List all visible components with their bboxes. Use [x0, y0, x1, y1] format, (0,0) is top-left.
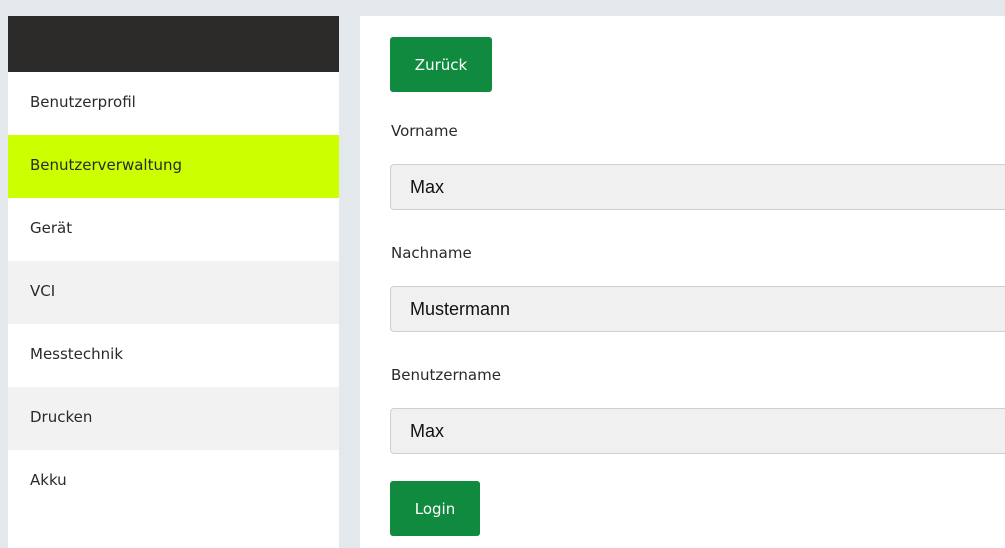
- back-button[interactable]: Zurück: [390, 37, 492, 92]
- sidebar-item-benutzerprofil[interactable]: Benutzerprofil: [8, 72, 339, 135]
- main-panel: Zurück Vorname Nachname Benutzername Log…: [360, 16, 1005, 548]
- sidebar-item-vci[interactable]: VCI: [8, 261, 339, 324]
- sidebar-item-akku[interactable]: Akku: [8, 450, 339, 513]
- sidebar-item-label: VCI: [30, 282, 56, 300]
- sidebar-menu: Benutzerprofil Benutzerverwaltung Gerät …: [8, 72, 339, 513]
- sidebar-item-label: Benutzerverwaltung: [30, 156, 182, 174]
- benutzername-input[interactable]: [390, 408, 1005, 454]
- login-button[interactable]: Login: [390, 481, 480, 536]
- sidebar-item-label: Benutzerprofil: [30, 93, 136, 111]
- vorname-label: Vorname: [391, 122, 458, 140]
- vorname-input[interactable]: [390, 164, 1005, 210]
- sidebar-item-label: Akku: [30, 471, 67, 489]
- sidebar-item-label: Messtechnik: [30, 345, 124, 363]
- sidebar-header: [8, 16, 339, 72]
- sidebar-item-drucken[interactable]: Drucken: [8, 387, 339, 450]
- benutzername-label: Benutzername: [391, 366, 501, 384]
- sidebar-item-label: Drucken: [30, 408, 93, 426]
- nachname-input[interactable]: [390, 286, 1005, 332]
- sidebar-item-benutzerverwaltung[interactable]: Benutzerverwaltung: [8, 135, 339, 198]
- sidebar-item-geraet[interactable]: Gerät: [8, 198, 339, 261]
- nachname-label: Nachname: [391, 244, 472, 262]
- sidebar-item-messtechnik[interactable]: Messtechnik: [8, 324, 339, 387]
- sidebar: Benutzerprofil Benutzerverwaltung Gerät …: [8, 16, 339, 548]
- sidebar-item-label: Gerät: [30, 219, 73, 237]
